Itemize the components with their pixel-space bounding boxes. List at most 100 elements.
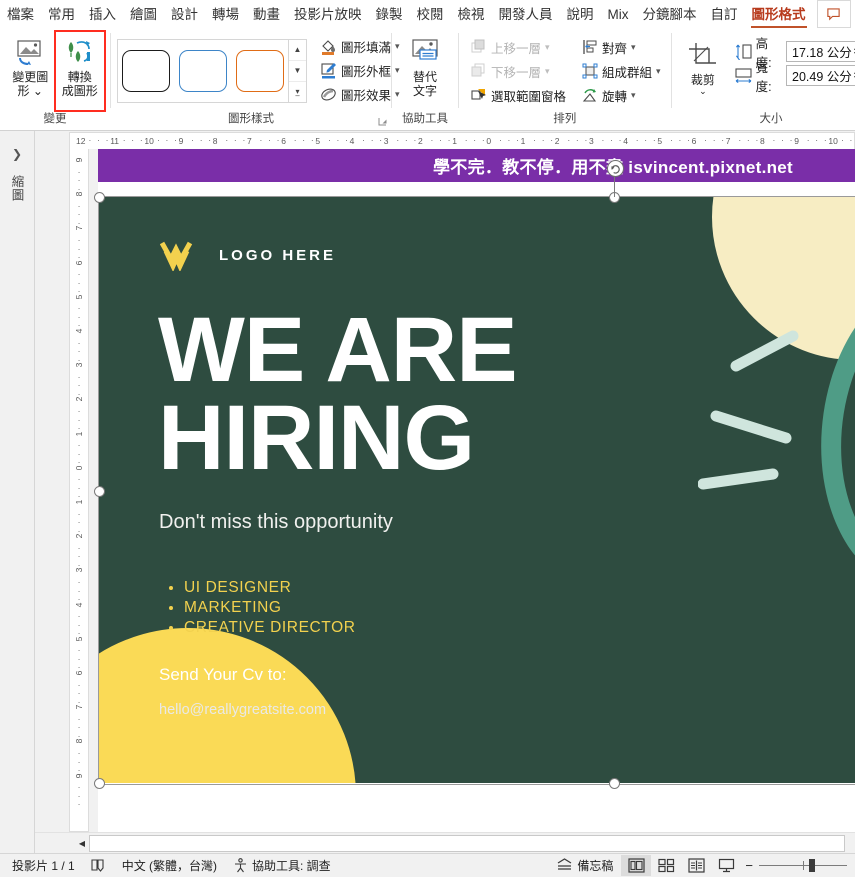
- spellcheck-button[interactable]: [83, 858, 114, 873]
- ruler-minor-tick: ·: [97, 135, 100, 145]
- slide-canvas-area[interactable]: 學不完．教不停．用不盡 isvincent.pixnet.net LOGO HE…: [89, 149, 855, 832]
- normal-view-button[interactable]: [621, 855, 652, 876]
- width-input[interactable]: 20.49 公分 ▲▼: [786, 65, 855, 86]
- ruler-tick: 5: [315, 136, 321, 146]
- ruler-minor-tick: ·: [139, 135, 143, 145]
- thumbnail-rail[interactable]: ❯ 縮圖: [0, 131, 35, 853]
- ruler-tick: 9: [794, 136, 799, 146]
- ruler-minor-tick: ·: [781, 135, 784, 145]
- height-field-row: 高度: 17.18 公分 ▲▼: [734, 37, 855, 70]
- ruler-minor-tick: ·: [575, 135, 579, 145]
- scroll-left-arrow-icon[interactable]: ◀: [75, 837, 89, 850]
- bring-forward-button[interactable]: 上移一層 ▾: [465, 35, 570, 59]
- accessibility-checker[interactable]: 協助工具: 調查: [225, 857, 339, 874]
- group-button[interactable]: 組成群組 ▾: [576, 59, 665, 83]
- tab-animations[interactable]: 動畫: [246, 1, 287, 29]
- crop-label-1: 裁剪: [690, 73, 715, 87]
- tab-view[interactable]: 檢視: [451, 1, 492, 29]
- tab-record[interactable]: 錄製: [369, 1, 410, 29]
- ribbon-group-shape-styles: ▲ ▼ ▾̲ 圖形填滿 ▾ 圖形外框 ▾ 圖形效果 ▾ 圖形樣式: [111, 29, 400, 130]
- tab-transitions[interactable]: 轉場: [205, 1, 246, 29]
- zoom-slider[interactable]: [759, 859, 847, 873]
- slideshow-view-button[interactable]: [711, 855, 741, 876]
- shape-styles-scroll-down[interactable]: ▼: [289, 61, 306, 82]
- shape-styles-scroll-up[interactable]: ▲: [289, 40, 306, 61]
- convert-to-shape-button[interactable]: 轉換 成圖形: [53, 29, 106, 112]
- reading-view-button[interactable]: [681, 855, 711, 876]
- tab-mix[interactable]: Mix: [601, 1, 636, 29]
- align-button[interactable]: 對齊 ▾: [576, 35, 665, 59]
- poster-graphic[interactable]: LOGO HERE WE ARE HIRING Don't miss this …: [98, 196, 855, 783]
- send-backward-button[interactable]: 下移一層 ▾: [465, 59, 570, 83]
- ruler-minor-tick: ·: [533, 135, 536, 145]
- tab-home[interactable]: 常用: [41, 1, 82, 30]
- tab-shape-format[interactable]: 圖形格式: [745, 1, 813, 29]
- zoom-slider-thumb[interactable]: [809, 859, 815, 872]
- chevron-down-icon[interactable]: ▾: [545, 42, 550, 53]
- ruler-tick: 11: [110, 136, 120, 146]
- horizontal-scrollbar[interactable]: ◀: [35, 832, 855, 853]
- ruler-minor-tick: ·: [721, 135, 725, 145]
- ruler-minor-tick: ·: [687, 135, 690, 145]
- change-graphic-label-2: 形 ⌄: [17, 83, 43, 98]
- slide[interactable]: 學不完．教不停．用不盡 isvincent.pixnet.net LOGO HE…: [98, 149, 855, 832]
- slide-sorter-view-button[interactable]: [651, 855, 681, 876]
- comments-button[interactable]: [816, 0, 851, 28]
- tab-file[interactable]: 檔案: [0, 1, 41, 29]
- tab-draw[interactable]: 繪圖: [123, 1, 164, 29]
- ruler-minor-tick: ·: [199, 135, 203, 145]
- zoom-control[interactable]: −: [741, 858, 855, 873]
- chevron-down-icon[interactable]: ▾: [631, 42, 636, 53]
- horizontal-scroll-track[interactable]: [89, 834, 845, 852]
- change-graphic-button[interactable]: 變更圖 形 ⌄: [6, 32, 55, 110]
- ruler-minor-tick: ·: [712, 135, 716, 145]
- arrange-column-2: 對齊 ▾ 組成群組 ▾ 旋轉 ▾: [576, 35, 665, 107]
- shape-effects-button[interactable]: 圖形效果 ▾: [315, 83, 404, 107]
- ruler-minor-tick: ·: [336, 135, 340, 145]
- shape-styles-more[interactable]: ▾̲: [289, 82, 306, 102]
- crop-button[interactable]: 裁剪 ⌄: [678, 35, 729, 105]
- ruler-minor-tick: ·: [156, 135, 160, 145]
- tab-review[interactable]: 校閱: [410, 1, 451, 29]
- ruler-minor-tick: ·: [635, 135, 639, 145]
- shape-style-black[interactable]: [122, 49, 170, 92]
- height-input[interactable]: 17.18 公分 ▲▼: [786, 41, 855, 62]
- chevron-down-icon[interactable]: ▾: [545, 66, 550, 77]
- shape-styles-gallery[interactable]: ▲ ▼ ▾̲: [117, 38, 307, 103]
- shape-styles-dialog-launcher[interactable]: [378, 117, 388, 127]
- height-value: 17.18 公分: [792, 46, 852, 60]
- tab-insert[interactable]: 插入: [82, 1, 123, 29]
- shape-style-orange[interactable]: [236, 49, 284, 92]
- crop-label-2: ⌄: [699, 86, 707, 96]
- tab-custom[interactable]: 自訂: [704, 1, 745, 29]
- tab-storyboard[interactable]: 分鏡腳本: [636, 1, 704, 29]
- shape-outline-button[interactable]: 圖形外框 ▾: [315, 59, 404, 83]
- ruler-minor-tick: ·: [345, 135, 348, 145]
- alt-text-button[interactable]: 替代 文字: [398, 32, 452, 110]
- slide-counter[interactable]: 投影片 1 / 1: [4, 857, 83, 874]
- rotate-button[interactable]: 旋轉 ▾: [576, 83, 665, 107]
- tab-design[interactable]: 設計: [164, 1, 205, 29]
- chevron-down-icon[interactable]: ▾: [631, 90, 636, 101]
- shape-fill-button[interactable]: 圖形填滿 ▾: [315, 35, 404, 59]
- ruler-minor-tick: ·: [772, 135, 776, 145]
- tab-slideshow[interactable]: 投影片放映: [287, 1, 369, 29]
- sound-wave-lines: [698, 330, 799, 490]
- chevron-down-icon[interactable]: ▾: [656, 66, 661, 77]
- language-indicator[interactable]: 中文 (繁體，台灣): [114, 857, 225, 874]
- bring-forward-label: 上移一層: [491, 41, 542, 56]
- vertical-ruler[interactable]: 9 · · · 8 · · · 7 · · · 6 · · · 5 · · · 4 · · · 3 · · · 2 · · · 1 · · · 0 · · ·…: [69, 149, 89, 832]
- tab-help[interactable]: 說明: [560, 1, 601, 29]
- ruler-minor-tick: ·: [704, 135, 707, 145]
- shape-style-blue[interactable]: [179, 49, 227, 92]
- selection-pane-button[interactable]: 選取範圍窗格: [465, 83, 570, 107]
- ruler-minor-tick: ·: [464, 135, 468, 145]
- height-icon: [734, 43, 753, 61]
- tab-developer[interactable]: 開發人員: [492, 1, 560, 29]
- watermark-banner[interactable]: 學不完．教不停．用不盡 isvincent.pixnet.net: [98, 149, 855, 182]
- zoom-out-button[interactable]: −: [745, 858, 753, 873]
- notes-button[interactable]: 備忘稿: [548, 857, 621, 874]
- ruler-minor-tick: ·: [567, 135, 571, 145]
- expand-thumbnails-chevron-right-icon[interactable]: ❯: [12, 147, 22, 161]
- horizontal-ruler[interactable]: 12 · · · 11 · · · 10 · · · 9 · · · 8 · · · 7 · · · 6 · · · 5 · · · 4 · · · 3…: [35, 131, 855, 149]
